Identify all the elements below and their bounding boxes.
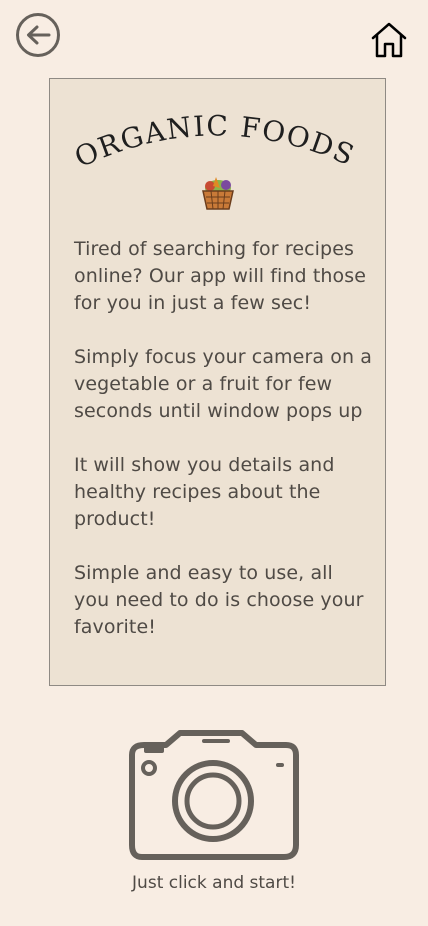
camera-instructions-paragraph: Simply focus your camera on a vegetable … [74,346,373,422]
back-arrow-icon[interactable] [14,11,62,59]
svg-text:ORGANIC FOODS: ORGANIC FOODS [70,109,360,174]
intro-paragraph: Tired of searching for recipes online? O… [74,238,367,314]
card-title: ORGANIC FOODS [70,109,360,174]
home-icon[interactable] [369,20,409,60]
vegetable-basket-icon [202,177,234,210]
camera-icon[interactable] [126,725,302,861]
app-screen: ORGANIC FOODS Tired of searching for rec… [0,0,428,926]
ease-of-use-paragraph: Simple and easy to use, all you need to … [74,562,364,638]
info-card: ORGANIC FOODS Tired of searching for rec… [49,78,386,686]
start-label[interactable]: Just click and start! [0,873,428,893]
results-paragraph: It will show you details and healthy rec… [74,454,335,530]
